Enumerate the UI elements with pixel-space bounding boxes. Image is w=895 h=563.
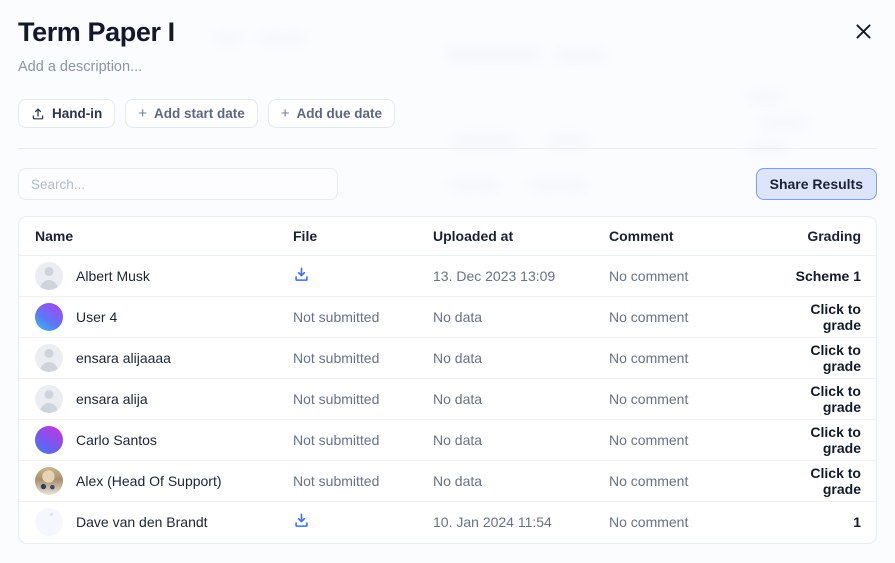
table-body: Albert Musk 13. Dec 2023 13:09 No commen… <box>19 255 876 543</box>
download-icon[interactable] <box>293 266 310 283</box>
avatar <box>35 385 63 413</box>
page-title: Term Paper I <box>18 17 175 47</box>
column-header-uploaded-at: Uploaded at <box>433 217 609 256</box>
bottom-fade <box>0 557 895 563</box>
avatar <box>35 426 63 454</box>
cell-name: Carlo Santos <box>19 419 293 461</box>
cell-file <box>293 255 433 297</box>
column-header-comment: Comment <box>609 217 773 256</box>
cell-comment[interactable]: No comment <box>609 502 773 543</box>
cell-name: ensara alija <box>19 378 293 420</box>
cell-name: User 4 <box>19 296 293 338</box>
cell-name: Albert Musk <box>19 255 293 297</box>
cell-comment[interactable]: No comment <box>609 460 773 502</box>
table-row[interactable]: ensara alijaaaa Not submitted No data No… <box>19 337 876 379</box>
cell-grading[interactable]: Click to grade <box>773 378 876 420</box>
search-input[interactable] <box>18 168 338 200</box>
student-name: User 4 <box>76 309 118 325</box>
cell-name: ensara alijaaaa <box>19 337 293 379</box>
table-header-row: Name File Uploaded at Comment Grading <box>19 217 876 256</box>
hand-in-label: Hand-in <box>52 106 103 121</box>
upload-icon <box>31 107 45 121</box>
close-button[interactable] <box>846 14 880 48</box>
cell-uploaded-at: 10. Jan 2024 11:54 <box>433 514 552 531</box>
cell-grading[interactable]: Click to grade <box>773 460 876 502</box>
cell-uploaded-at: No data <box>433 337 609 379</box>
student-name: Alex (Head Of Support) <box>76 473 222 489</box>
hand-in-button[interactable]: Hand-in <box>18 99 116 128</box>
table-toolbar: Share Results <box>0 149 895 200</box>
cell-comment[interactable]: No comment <box>609 337 773 379</box>
assignment-detail-modal: Term Paper I Add a description... Hand-i… <box>0 0 895 563</box>
avatar <box>35 303 63 331</box>
table-row[interactable]: User 4 Not submitted No data No comment … <box>19 296 876 338</box>
avatar <box>35 467 63 495</box>
table-row[interactable]: ensara alija Not submitted No data No co… <box>19 378 876 420</box>
cell-name: Dave van den Brandt <box>19 502 293 543</box>
plus-icon: + <box>138 104 148 122</box>
table-row[interactable]: Albert Musk 13. Dec 2023 13:09 No commen… <box>19 255 876 297</box>
cell-comment[interactable]: No comment <box>609 296 773 338</box>
table-row[interactable]: Alex (Head Of Support) Not submitted No … <box>19 460 876 502</box>
plus-icon: + <box>280 104 290 122</box>
cell-file: Not submitted <box>293 337 433 379</box>
student-name: ensara alija <box>76 391 148 407</box>
avatar <box>35 508 63 537</box>
student-name: ensara alijaaaa <box>76 350 171 366</box>
add-due-date-label: Add due date <box>296 106 383 121</box>
table-row[interactable]: Dave van den Brandt 10. Jan 2024 11:54 N… <box>19 502 876 543</box>
cell-grading[interactable]: 1 <box>773 502 876 543</box>
column-header-name: Name <box>19 217 293 256</box>
close-icon <box>855 23 872 40</box>
avatar <box>35 344 63 372</box>
cell-grading[interactable]: Click to grade <box>773 296 876 338</box>
student-name: Albert Musk <box>76 268 150 284</box>
table-row[interactable]: Carlo Santos Not submitted No data No co… <box>19 419 876 461</box>
add-start-date-button[interactable]: + Add start date <box>125 99 258 128</box>
cell-uploaded-at: No data <box>433 419 609 461</box>
cell-comment[interactable]: No comment <box>609 419 773 461</box>
student-name: Carlo Santos <box>76 432 157 448</box>
cell-grading[interactable]: Click to grade <box>773 337 876 379</box>
student-name: Dave van den Brandt <box>76 514 208 531</box>
cell-file: Not submitted <box>293 460 433 502</box>
download-icon[interactable] <box>293 512 310 529</box>
avatar <box>35 262 63 290</box>
cell-file <box>293 502 433 543</box>
cell-uploaded-at: No data <box>433 378 609 420</box>
share-results-button[interactable]: Share Results <box>755 168 877 200</box>
submissions-table: Name File Uploaded at Comment Grading Al… <box>18 216 877 544</box>
column-header-file: File <box>293 217 433 256</box>
cell-name: Alex (Head Of Support) <box>19 460 293 502</box>
cell-file: Not submitted <box>293 296 433 338</box>
add-start-date-label: Add start date <box>154 106 245 121</box>
cell-grading[interactable]: Scheme 1 <box>773 255 876 297</box>
cell-grading[interactable]: Click to grade <box>773 419 876 461</box>
cell-comment[interactable]: No comment <box>609 378 773 420</box>
cell-uploaded-at: No data <box>433 296 609 338</box>
metadata-chip-row: Hand-in + Add start date + Add due date <box>0 77 895 128</box>
cell-uploaded-at: No data <box>433 460 609 502</box>
cell-comment[interactable]: No comment <box>609 255 773 297</box>
add-due-date-button[interactable]: + Add due date <box>267 99 396 128</box>
description-placeholder[interactable]: Add a description... <box>18 57 877 77</box>
cell-file: Not submitted <box>293 419 433 461</box>
cell-uploaded-at: 13. Dec 2023 13:09 <box>433 255 609 297</box>
modal-header: Term Paper I Add a description... <box>0 0 895 77</box>
cell-file: Not submitted <box>293 378 433 420</box>
column-header-grading: Grading <box>773 217 876 256</box>
